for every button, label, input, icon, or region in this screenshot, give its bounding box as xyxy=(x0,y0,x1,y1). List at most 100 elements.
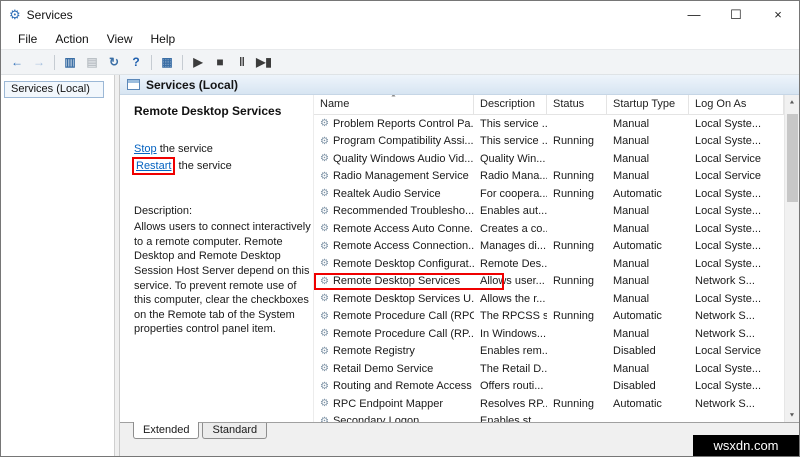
pause-service-icon[interactable]: ‖ xyxy=(231,52,253,72)
stop-service-link[interactable]: Stop xyxy=(134,143,157,155)
service-gear-icon: ⚙ xyxy=(320,381,329,392)
table-row[interactable]: ⚙ Remote Desktop Configurat...Remote Des.… xyxy=(314,255,784,273)
scroll-down-icon[interactable]: ▼ xyxy=(785,409,800,420)
table-row[interactable]: ⚙Remote Procedure Call (RPC)The RPCSS s.… xyxy=(314,308,784,326)
service-name-label: Retail Demo Service xyxy=(333,363,433,375)
tab-extended[interactable]: Extended xyxy=(133,422,199,439)
console-window-icon[interactable]: ▥ xyxy=(59,52,81,72)
cell-status xyxy=(547,360,607,378)
service-gear-icon: ⚙ xyxy=(320,293,329,304)
caption-buttons: — ☐ × xyxy=(673,1,799,28)
vertical-scrollbar[interactable]: ▲ ▼ xyxy=(784,95,799,422)
table-row[interactable]: ⚙Radio Management ServiceRadio Mana...Ru… xyxy=(314,168,784,186)
scroll-up-icon[interactable]: ▲ xyxy=(785,96,800,107)
services-header-band: Services (Local) xyxy=(120,75,799,95)
services-header-title: Services (Local) xyxy=(146,78,238,92)
cell-startup-type: Manual xyxy=(607,290,689,308)
stop-link-suffix: the service xyxy=(157,143,213,155)
service-name-label: Remote Procedure Call (RPC) xyxy=(333,310,474,322)
menu-item-file[interactable]: File xyxy=(9,32,46,46)
column-header-log-on-as[interactable]: Log On As xyxy=(689,95,784,114)
refresh-icon[interactable]: ↻ xyxy=(103,52,125,72)
menu-item-view[interactable]: View xyxy=(98,32,142,46)
table-row[interactable]: ⚙Retail Demo ServiceThe Retail D...Manua… xyxy=(314,360,784,378)
table-row[interactable]: ⚙Remote RegistryEnables rem...DisabledLo… xyxy=(314,343,784,361)
cell-startup-type: Automatic xyxy=(607,395,689,413)
table-row[interactable]: ⚙Problem Reports Control Pa...This servi… xyxy=(314,115,784,133)
stop-service-icon[interactable]: ■ xyxy=(209,52,231,72)
service-gear-icon: ⚙ xyxy=(320,223,329,234)
back-icon[interactable]: ← xyxy=(6,52,28,72)
help-icon[interactable]: ? xyxy=(125,52,147,72)
service-gear-icon: ⚙ xyxy=(320,188,329,199)
services-list-pane: Name▲Description Status Startup TypeLog On… xyxy=(313,95,784,422)
cell-name: ⚙Remote Procedure Call (RPC) xyxy=(314,308,474,326)
table-row[interactable]: ⚙Recommended Troublesho...Enables aut...… xyxy=(314,203,784,221)
service-gear-icon: ⚙ xyxy=(320,118,329,129)
service-gear-icon: ⚙ xyxy=(320,416,329,422)
tree-item-services-local[interactable]: Services (Local) xyxy=(4,81,104,98)
extended-view-icon[interactable]: ▦ xyxy=(156,52,178,72)
table-row[interactable]: ⚙Realtek Audio ServiceFor coopera...Runn… xyxy=(314,185,784,203)
description-text: Allows users to connect interactively to… xyxy=(134,220,313,337)
restart-service-line: Restart the service xyxy=(134,157,305,175)
service-name-label: Remote Desktop Configurat... xyxy=(333,258,474,270)
restart-service-icon[interactable]: ▶▮ xyxy=(253,52,275,72)
menu-item-action[interactable]: Action xyxy=(46,32,97,46)
export-list-icon: ▤ xyxy=(81,52,103,72)
selected-service-title: Remote Desktop Services xyxy=(134,104,305,118)
cell-startup-type: Manual xyxy=(607,115,689,133)
table-row[interactable]: ⚙Remote Desktop ServicesAllows user...Ru… xyxy=(314,273,784,291)
service-gear-icon: ⚙ xyxy=(320,258,329,269)
cell-startup-type: Manual xyxy=(607,220,689,238)
cell-status xyxy=(547,413,607,423)
column-header-description[interactable]: Description xyxy=(474,95,547,114)
cell-startup-type: Manual xyxy=(607,255,689,273)
column-header-status[interactable]: Status xyxy=(547,95,607,114)
column-header-label: Status xyxy=(553,98,584,110)
cell-name: ⚙Radio Management Service xyxy=(314,168,474,186)
table-row[interactable]: ⚙RPC Endpoint MapperResolves RP...Runnin… xyxy=(314,395,784,413)
close-button[interactable]: × xyxy=(757,1,799,28)
table-row[interactable]: ⚙Quality Windows Audio Vid...Quality Win… xyxy=(314,150,784,168)
minimize-button[interactable]: — xyxy=(673,1,715,28)
restart-service-link[interactable]: Restart xyxy=(136,160,171,172)
cell-log-on-as: Local Syste... xyxy=(689,220,784,238)
service-name-label: Radio Management Service xyxy=(333,170,469,182)
table-row[interactable]: ⚙Remote Procedure Call (RP...In Windows.… xyxy=(314,325,784,343)
cell-status xyxy=(547,378,607,396)
table-row[interactable]: ⚙Routing and Remote AccessOffers routi..… xyxy=(314,378,784,396)
list-rows: ⚙Problem Reports Control Pa...This servi… xyxy=(314,115,784,422)
cell-status: Running xyxy=(547,308,607,326)
table-row[interactable]: ⚙Remote Access Auto Conne...Creates a co… xyxy=(314,220,784,238)
cell-name: ⚙Remote Desktop Services U... xyxy=(314,290,474,308)
cell-name: ⚙Remote Registry xyxy=(314,343,474,361)
service-name-label: Remote Access Auto Conne... xyxy=(333,223,474,235)
cell-log-on-as: Local Syste... xyxy=(689,115,784,133)
cell-name: ⚙ Realtek Audio Service xyxy=(314,185,474,203)
table-row[interactable]: ⚙Program Compatibility Assi...This servi… xyxy=(314,133,784,151)
sort-ascending-icon: ▲ xyxy=(390,95,397,98)
service-name-label: RPC Endpoint Mapper xyxy=(333,398,443,410)
column-header-startup-type[interactable]: Startup Type xyxy=(607,95,689,114)
menu-item-help[interactable]: Help xyxy=(142,32,185,46)
service-name-label: Realtek Audio Service xyxy=(333,188,441,200)
cell-description: Enables st... xyxy=(474,413,547,423)
cell-description: Enables aut... xyxy=(474,203,547,221)
cell-description: Radio Mana... xyxy=(474,168,547,186)
service-name-label: Program Compatibility Assi... xyxy=(333,135,474,147)
cell-log-on-as: Network S... xyxy=(689,308,784,326)
table-row[interactable]: ⚙Remote Access Connection...Manages di..… xyxy=(314,238,784,256)
table-row[interactable]: ⚙Remote Desktop Services U...Allows the … xyxy=(314,290,784,308)
cell-description: Remote Des... xyxy=(474,255,547,273)
table-row[interactable]: ⚙Secondary LogonEnables st... xyxy=(314,413,784,423)
start-service-icon[interactable]: ▶ xyxy=(187,52,209,72)
tab-standard[interactable]: Standard xyxy=(202,423,267,439)
cell-description: In Windows... xyxy=(474,325,547,343)
maximize-button[interactable]: ☐ xyxy=(715,1,757,28)
service-gear-icon: ⚙ xyxy=(320,398,329,409)
column-header-name[interactable]: Name▲ xyxy=(314,95,474,114)
cell-name: ⚙Recommended Troublesho... xyxy=(314,203,474,221)
scrollbar-thumb[interactable] xyxy=(787,114,798,202)
cell-name: ⚙ Remote Access Auto Conne... xyxy=(314,220,474,238)
